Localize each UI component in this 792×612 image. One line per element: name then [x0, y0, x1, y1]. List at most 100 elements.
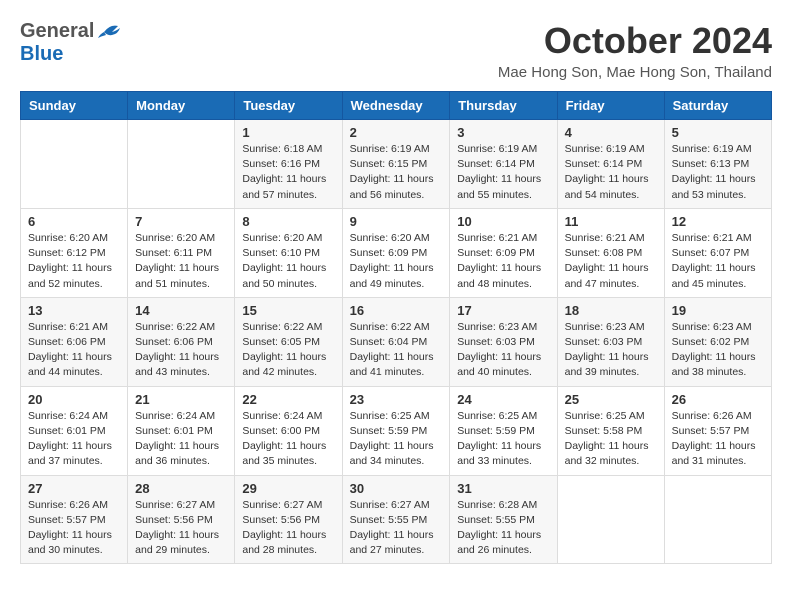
calendar-cell	[664, 475, 771, 564]
calendar-cell	[128, 120, 235, 209]
day-info: Sunrise: 6:22 AMSunset: 6:06 PMDaylight:…	[135, 320, 227, 381]
day-number: 6	[28, 214, 120, 229]
header-tuesday: Tuesday	[235, 92, 342, 120]
header-saturday: Saturday	[664, 92, 771, 120]
day-info: Sunrise: 6:19 AMSunset: 6:14 PMDaylight:…	[565, 142, 657, 203]
calendar-cell: 13 Sunrise: 6:21 AMSunset: 6:06 PMDayligh…	[21, 297, 128, 386]
calendar-cell: 20 Sunrise: 6:24 AMSunset: 6:01 PMDayligh…	[21, 386, 128, 475]
calendar-cell: 17 Sunrise: 6:23 AMSunset: 6:03 PMDayligh…	[450, 297, 557, 386]
day-info: Sunrise: 6:20 AMSunset: 6:10 PMDaylight:…	[242, 231, 334, 292]
calendar-cell: 11Sunrise: 6:21 AMSunset: 6:08 PMDayligh…	[557, 208, 664, 297]
day-number: 28	[135, 481, 227, 496]
header-friday: Friday	[557, 92, 664, 120]
day-info: Sunrise: 6:20 AMSunset: 6:09 PMDaylight:…	[350, 231, 443, 292]
day-number: 4	[565, 125, 657, 140]
page-header: General Blue October 2024 Mae Hong Son, …	[20, 20, 772, 81]
day-info: Sunrise: 6:28 AMSunset: 5:55 PMDaylight:…	[457, 498, 549, 559]
calendar-cell: 31 Sunrise: 6:28 AMSunset: 5:55 PMDayligh…	[450, 475, 557, 564]
day-info: Sunrise: 6:25 AMSunset: 5:58 PMDaylight:…	[565, 409, 657, 470]
day-info: Sunrise: 6:23 AMSunset: 6:03 PMDaylight:…	[565, 320, 657, 381]
day-info: Sunrise: 6:19 AMSunset: 6:13 PMDaylight:…	[672, 142, 764, 203]
day-number: 12	[672, 214, 764, 229]
calendar-cell: 15 Sunrise: 6:22 AMSunset: 6:05 PMDayligh…	[235, 297, 342, 386]
calendar-cell: 16Sunrise: 6:22 AMSunset: 6:04 PMDayligh…	[342, 297, 450, 386]
day-number: 18	[565, 303, 657, 318]
day-info: Sunrise: 6:18 AMSunset: 6:16 PMDaylight:…	[242, 142, 334, 203]
day-number: 22	[242, 392, 334, 407]
day-info: Sunrise: 6:24 AMSunset: 6:00 PMDaylight:…	[242, 409, 334, 470]
calendar-cell: 29 Sunrise: 6:27 AMSunset: 5:56 PMDayligh…	[235, 475, 342, 564]
calendar-cell: 24Sunrise: 6:25 AMSunset: 5:59 PMDayligh…	[450, 386, 557, 475]
calendar-cell: 1Sunrise: 6:18 AMSunset: 6:16 PMDaylight…	[235, 120, 342, 209]
day-number: 11	[565, 214, 657, 229]
day-number: 19	[672, 303, 764, 318]
day-info: Sunrise: 6:24 AMSunset: 6:01 PMDaylight:…	[28, 409, 120, 470]
calendar-cell: 5 Sunrise: 6:19 AMSunset: 6:13 PMDaylight…	[664, 120, 771, 209]
day-number: 24	[457, 392, 549, 407]
day-number: 10	[457, 214, 549, 229]
day-info: Sunrise: 6:19 AMSunset: 6:15 PMDaylight:…	[350, 142, 443, 203]
calendar-cell: 7 Sunrise: 6:20 AMSunset: 6:11 PMDaylight…	[128, 208, 235, 297]
calendar-cell: 9 Sunrise: 6:20 AMSunset: 6:09 PMDaylight…	[342, 208, 450, 297]
day-number: 14	[135, 303, 227, 318]
calendar-cell: 23 Sunrise: 6:25 AMSunset: 5:59 PMDayligh…	[342, 386, 450, 475]
day-number: 20	[28, 392, 120, 407]
day-number: 27	[28, 481, 120, 496]
header-thursday: Thursday	[450, 92, 557, 120]
calendar-cell: 3 Sunrise: 6:19 AMSunset: 6:14 PMDaylight…	[450, 120, 557, 209]
day-number: 9	[350, 214, 443, 229]
calendar-week-1: 1Sunrise: 6:18 AMSunset: 6:16 PMDaylight…	[21, 120, 772, 209]
month-title: October 2024	[498, 20, 772, 62]
calendar-table: Sunday Monday Tuesday Wednesday Thursday…	[20, 91, 772, 564]
day-info: Sunrise: 6:27 AMSunset: 5:56 PMDaylight:…	[242, 498, 334, 559]
day-number: 17	[457, 303, 549, 318]
day-info: Sunrise: 6:27 AMSunset: 5:56 PMDaylight:…	[135, 498, 227, 559]
day-info: Sunrise: 6:26 AMSunset: 5:57 PMDaylight:…	[28, 498, 120, 559]
day-info: Sunrise: 6:21 AMSunset: 6:09 PMDaylight:…	[457, 231, 549, 292]
day-number: 15	[242, 303, 334, 318]
day-info: Sunrise: 6:25 AMSunset: 5:59 PMDaylight:…	[350, 409, 443, 470]
day-number: 13	[28, 303, 120, 318]
calendar-cell: 25 Sunrise: 6:25 AMSunset: 5:58 PMDayligh…	[557, 386, 664, 475]
day-number: 5	[672, 125, 764, 140]
day-number: 7	[135, 214, 227, 229]
day-number: 8	[242, 214, 334, 229]
day-info: Sunrise: 6:20 AMSunset: 6:11 PMDaylight:…	[135, 231, 227, 292]
day-number: 30	[350, 481, 443, 496]
day-number: 29	[242, 481, 334, 496]
calendar-cell: 30 Sunrise: 6:27 AMSunset: 5:55 PMDayligh…	[342, 475, 450, 564]
day-number: 25	[565, 392, 657, 407]
day-info: Sunrise: 6:19 AMSunset: 6:14 PMDaylight:…	[457, 142, 549, 203]
calendar-week-3: 13 Sunrise: 6:21 AMSunset: 6:06 PMDayligh…	[21, 297, 772, 386]
day-info: Sunrise: 6:20 AMSunset: 6:12 PMDaylight:…	[28, 231, 120, 292]
calendar-cell	[557, 475, 664, 564]
calendar-header-row: Sunday Monday Tuesday Wednesday Thursday…	[21, 92, 772, 120]
day-info: Sunrise: 6:22 AMSunset: 6:05 PMDaylight:…	[242, 320, 334, 381]
day-number: 3	[457, 125, 549, 140]
day-info: Sunrise: 6:26 AMSunset: 5:57 PMDaylight:…	[672, 409, 764, 470]
header-wednesday: Wednesday	[342, 92, 450, 120]
calendar-cell: 21 Sunrise: 6:24 AMSunset: 6:01 PMDayligh…	[128, 386, 235, 475]
day-info: Sunrise: 6:23 AMSunset: 6:03 PMDaylight:…	[457, 320, 549, 381]
day-info: Sunrise: 6:21 AMSunset: 6:06 PMDaylight:…	[28, 320, 120, 381]
day-number: 21	[135, 392, 227, 407]
calendar-cell: 27 Sunrise: 6:26 AMSunset: 5:57 PMDayligh…	[21, 475, 128, 564]
blue-text: Blue	[20, 43, 63, 65]
calendar-cell: 22 Sunrise: 6:24 AMSunset: 6:00 PMDayligh…	[235, 386, 342, 475]
day-number: 23	[350, 392, 443, 407]
calendar-cell: 12 Sunrise: 6:21 AMSunset: 6:07 PMDayligh…	[664, 208, 771, 297]
calendar-cell: 10 Sunrise: 6:21 AMSunset: 6:09 PMDayligh…	[450, 208, 557, 297]
day-number: 31	[457, 481, 549, 496]
day-info: Sunrise: 6:21 AMSunset: 6:07 PMDaylight:…	[672, 231, 764, 292]
calendar-cell: 2Sunrise: 6:19 AMSunset: 6:15 PMDaylight…	[342, 120, 450, 209]
calendar-cell	[21, 120, 128, 209]
calendar-cell: 6 Sunrise: 6:20 AMSunset: 6:12 PMDaylight…	[21, 208, 128, 297]
day-info: Sunrise: 6:27 AMSunset: 5:55 PMDaylight:…	[350, 498, 443, 559]
calendar-week-4: 20 Sunrise: 6:24 AMSunset: 6:01 PMDayligh…	[21, 386, 772, 475]
title-section: October 2024 Mae Hong Son, Mae Hong Son,…	[498, 20, 772, 81]
day-info: Sunrise: 6:23 AMSunset: 6:02 PMDaylight:…	[672, 320, 764, 381]
general-text: General	[20, 20, 94, 43]
header-monday: Monday	[128, 92, 235, 120]
day-info: Sunrise: 6:24 AMSunset: 6:01 PMDaylight:…	[135, 409, 227, 470]
calendar-cell: 4 Sunrise: 6:19 AMSunset: 6:14 PMDaylight…	[557, 120, 664, 209]
